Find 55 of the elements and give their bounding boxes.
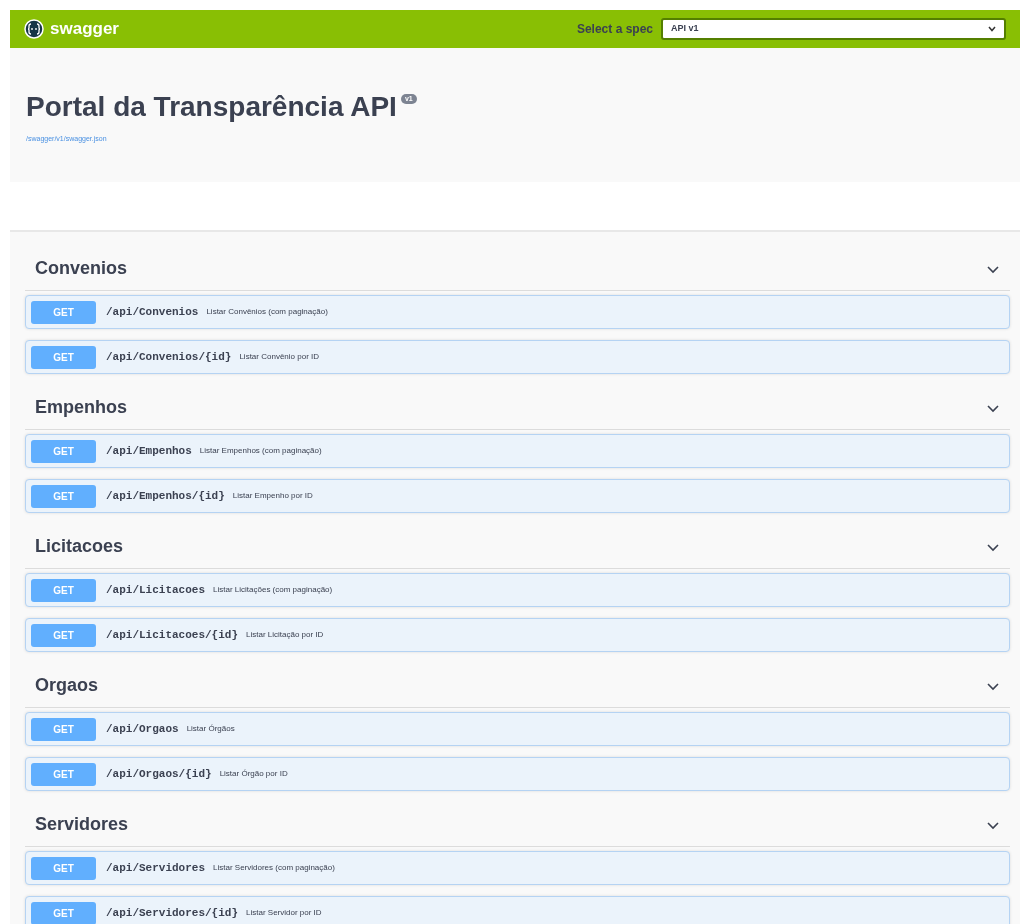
endpoint-path: /api/Empenhos/{id}: [106, 488, 225, 504]
caret-icon: [988, 26, 996, 32]
tag-header[interactable]: Servidores: [25, 802, 1010, 847]
endpoint-summary: Listar Servidores (com paginação): [213, 862, 335, 874]
method-badge: GET: [31, 300, 96, 324]
tag-name: Orgaos: [35, 674, 99, 697]
operation-row[interactable]: GET /api/Orgaos Listar Órgãos: [25, 712, 1010, 746]
operation-row[interactable]: GET /api/Convenios Listar Convênios (com paginação): [25, 295, 1010, 329]
tag-header[interactable]: Empenhos: [25, 385, 1010, 430]
api-title: Portal da Transparência API: [26, 90, 397, 124]
endpoint-path: /api/Licitacoes/{id}: [106, 627, 239, 643]
spec-label: Select a spec: [576, 21, 653, 38]
tag-header[interactable]: Orgaos: [25, 663, 1010, 708]
tag-name: Empenhos: [35, 396, 127, 419]
operation-row[interactable]: GET /api/Servidores Listar Servidores (com paginação): [25, 851, 1010, 885]
method-badge: GET: [31, 901, 96, 924]
endpoint-summary: Listar Órgão por ID: [219, 768, 288, 780]
endpoint-summary: Listar Licitações (com paginação): [213, 584, 333, 596]
endpoint-path: /api/Convenios/{id}: [106, 349, 232, 365]
operation-row[interactable]: GET /api/Empenhos/{id} Listar Empenho por ID: [25, 479, 1010, 513]
spec-select[interactable]: API v1: [661, 18, 1006, 40]
logo-icon: [24, 19, 44, 39]
method-badge: GET: [31, 623, 96, 647]
endpoint-path: /api/Orgaos: [106, 721, 179, 737]
endpoint-path: /api/Servidores/{id}: [106, 905, 239, 921]
endpoint-path: /api/Licitacoes: [106, 582, 206, 598]
method-badge: GET: [31, 345, 96, 369]
tag-header[interactable]: Convenios: [25, 246, 1010, 291]
endpoint-summary: Listar Órgãos: [186, 723, 235, 735]
tag-name: Convenios: [35, 257, 127, 280]
method-badge: GET: [31, 439, 96, 463]
endpoint-summary: Listar Empenho por ID: [232, 490, 313, 502]
method-badge: GET: [31, 762, 96, 786]
endpoint-path: /api/Convenios: [106, 304, 199, 320]
method-badge: GET: [31, 578, 96, 602]
endpoint-summary: Listar Convênios (com paginação): [206, 306, 328, 318]
endpoint-path: /api/Servidores: [106, 860, 206, 876]
tag-name: Licitacoes: [35, 535, 124, 558]
operation-row[interactable]: GET /api/Servidores/{id} Listar Servidor por ID: [25, 896, 1010, 924]
operation-row[interactable]: GET /api/Licitacoes/{id} Listar Licitação por ID: [25, 618, 1010, 652]
endpoint-summary: Listar Licitação por ID: [246, 629, 324, 641]
endpoint-summary: Listar Convênio por ID: [239, 351, 319, 363]
operation-row[interactable]: GET /api/Licitacoes Listar Licitações (com paginação): [25, 573, 1010, 607]
operation-row[interactable]: GET /api/Orgaos/{id} Listar Órgão por ID: [25, 757, 1010, 791]
tag-name: Servidores: [35, 813, 129, 836]
endpoint-summary: Listar Servidor por ID: [246, 907, 322, 919]
method-badge: GET: [31, 856, 96, 880]
operation-row[interactable]: GET /api/Convenios/{id} Listar Convênio por ID: [25, 340, 1010, 374]
tag-header[interactable]: Licitacoes: [25, 524, 1010, 569]
endpoint-path: /api/Empenhos: [106, 443, 192, 459]
endpoint-summary: Listar Empenhos (com paginação): [199, 445, 322, 457]
method-badge: GET: [31, 717, 96, 741]
operation-row[interactable]: GET /api/Empenhos Listar Empenhos (com paginação): [25, 434, 1010, 468]
endpoint-path: /api/Orgaos/{id}: [106, 766, 212, 782]
method-badge: GET: [31, 484, 96, 508]
